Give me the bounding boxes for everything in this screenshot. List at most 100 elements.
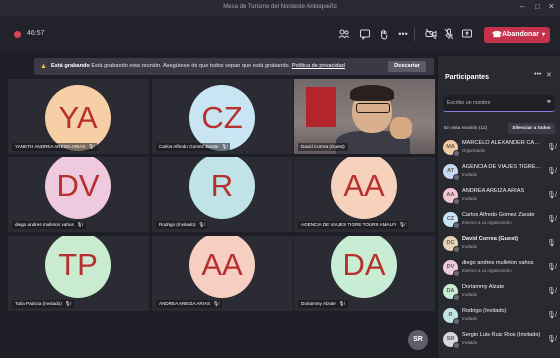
participant-role: Invitado [462,172,478,177]
in-meeting-section-header[interactable]: En esta reunión (11) [444,126,487,131]
tile-name: AGENCIA DE VIAJES TIGRE TOURS AMALFI [301,222,397,227]
participant-avatar: AA [443,188,460,205]
mic-off-icon: 🎙︎̸ [399,222,406,227]
avatar-initials: R [448,312,453,318]
avatar-initials: CZ [446,216,455,222]
presence-dot [453,150,460,157]
participant-list-item[interactable]: AT AGENCIA DE VIAJES TIGRE TO... Invitad… [438,162,560,182]
participant-avatar: AA [331,157,397,219]
participant-name-label: Rodrigo (Invitado) 🎙︎̸ [156,221,208,229]
dismiss-button[interactable]: Descartar [388,61,426,72]
participant-name-label: diego andres mulleton vahos 🎙︎̸ [12,221,86,229]
leave-call-button[interactable]: ☎ Abandonar ▾ [484,27,550,43]
minimize-icon[interactable]: – [520,2,524,11]
video-tile[interactable]: AA ANDREA AREIZA ARIAS 🎙︎̸ [152,236,293,311]
person-hair [350,85,394,101]
tile-name: Rodrigo (Invitado) [159,222,196,227]
self-avatar[interactable]: SR [408,330,428,350]
toolbar-divider [414,28,415,41]
raise-hand-icon[interactable] [378,28,390,40]
mic-off-icon[interactable]: 🎙︎̸ [547,335,556,343]
video-tile[interactable]: YA YANETH ANDREA AREIZA ARIAS 🎙︎̸ [8,79,149,154]
presence-dot [453,342,460,349]
participant-avatar: MA [443,140,460,157]
video-tile[interactable]: TP Tulia Patricia (Invitado) 🎙︎̸ [8,236,149,311]
participant-search-input[interactable] [443,95,543,111]
tile-name: diego andres mulleton vahos [15,222,74,227]
participant-avatar: DC [443,236,460,253]
participants-panel: Participantes ••• ✕ ⚭ En esta reunión (1… [437,56,560,358]
participants-toggle-icon[interactable] [338,28,350,40]
more-actions-icon[interactable]: ••• [397,28,409,40]
avatar-initials: MA [446,144,455,150]
participant-name: Doriammy Alzate [462,284,505,290]
avatar-initials: SR [446,336,455,342]
maximize-icon[interactable]: □ [535,2,540,11]
participant-name: ANDREA AREIZA ARIAS [462,188,525,194]
mic-off-icon[interactable]: 🎙︎̸ [547,263,556,271]
video-tile[interactable]: DA Doriammy Alzate 🎙︎̸ [294,236,435,311]
participant-avatar: R [189,157,255,219]
tile-name: Doriammy Alzate [301,301,336,306]
person-hand [390,117,412,139]
participant-list-item[interactable]: DV diego andres mulleton vahos Externo a… [438,258,560,278]
tile-name: Tulia Patricia (Invitado) [15,301,62,306]
participant-list-item[interactable]: MA MARCELO ALEXANDER CAST... Organizador… [438,138,560,158]
mic-off-icon[interactable]: 🎙︎̸ [547,311,556,319]
participant-name-label: AGENCIA DE VIAJES TIGRE TOURS AMALFI 🎙︎̸ [298,221,409,229]
mic-off-icon[interactable]: 🎙︎̸ [547,215,556,223]
close-panel-icon[interactable]: ✕ [546,71,552,79]
participant-list-item[interactable]: CZ Carlos Alfredo Gomez Zarate Externo a… [438,210,560,230]
mic-off-icon: 🎙︎̸ [64,301,71,306]
chat-icon[interactable] [359,28,371,41]
phone-icon: ☎ [492,30,502,39]
avatar-initials: DC [446,240,455,246]
participant-avatar: DV [45,157,111,219]
participant-list-item[interactable]: AA ANDREA AREIZA ARIAS Invitado 🎙︎̸ [438,186,560,206]
mute-all-button[interactable]: Silenciar a todos [508,123,555,134]
participant-role: Invitado [462,244,478,249]
participant-avatar: YA [45,85,111,151]
participant-avatar: DA [443,284,460,301]
mic-off-icon: 🎙︎̸ [213,301,219,306]
chevron-down-icon[interactable]: ▾ [542,27,545,43]
mic-on-icon[interactable]: 🎙︎ [547,239,556,247]
mic-off-icon: 🎙︎̸ [198,222,205,227]
participant-role: Invitado [462,340,478,345]
participant-list-item[interactable]: SR Sergio Luis Ruiz Rios (Invitado) Invi… [438,330,560,350]
video-tile[interactable]: DV diego andres mulleton vahos 🎙︎̸ [8,157,149,232]
avatar-initials: DA [446,288,455,294]
presence-dot [453,222,460,229]
mic-off-icon: 🎙︎̸ [338,301,345,306]
participant-list-item[interactable]: DC David Correa (Guest) Invitado 🎙︎ [438,234,560,254]
camera-off-icon[interactable] [425,28,437,40]
video-tile[interactable]: David Correa (Guest) [294,79,435,154]
video-tile[interactable]: AA AGENCIA DE VIAJES TIGRE TOURS AMALFI 🎙… [294,157,435,232]
mic-off-icon[interactable]: 🎙︎̸ [547,143,556,151]
share-screen-icon[interactable] [461,28,473,40]
privacy-policy-link[interactable]: Política de privacidad [292,63,345,69]
mic-off-icon[interactable]: 🎙︎̸ [547,167,556,175]
recording-banner: ▲ Está grabando Está grabando esta reuni… [34,58,434,75]
presence-dot [453,318,460,325]
mic-off-icon[interactable]: 🎙︎̸ [547,191,556,199]
leave-call-label: Abandonar [502,31,539,38]
participant-avatar: DA [331,236,397,298]
participant-list-item[interactable]: DA Doriammy Alzate Invitado 🎙︎̸ [438,282,560,302]
participant-name: MARCELO ALEXANDER CAST... [462,140,542,146]
participant-avatar: CZ [443,212,460,229]
mic-off-icon[interactable]: 🎙︎̸ [547,287,556,295]
microphone-muted-icon[interactable] [443,28,455,40]
participant-list-item[interactable]: R Rodrigo (Invitado) Invitado 🎙︎̸ [438,306,560,326]
share-invite-icon[interactable]: ⚭ [546,98,552,106]
video-tile[interactable]: CZ Carlos Alfredo Gomez Zarate 🎙︎̸ [152,79,293,154]
participant-role: Externo a su organización [462,220,512,225]
video-tile[interactable]: R Rodrigo (Invitado) 🎙︎̸ [152,157,293,232]
more-options-icon[interactable]: ••• [534,71,541,78]
participant-name: Carlos Alfredo Gomez Zarate [462,212,535,218]
panel-title: Participantes [445,74,489,81]
close-window-icon[interactable]: ✕ [548,2,555,11]
participant-role: Invitado [462,316,478,321]
participant-name-label: Doriammy Alzate 🎙︎̸ [298,300,348,308]
call-timer: 46:57 [27,30,45,37]
